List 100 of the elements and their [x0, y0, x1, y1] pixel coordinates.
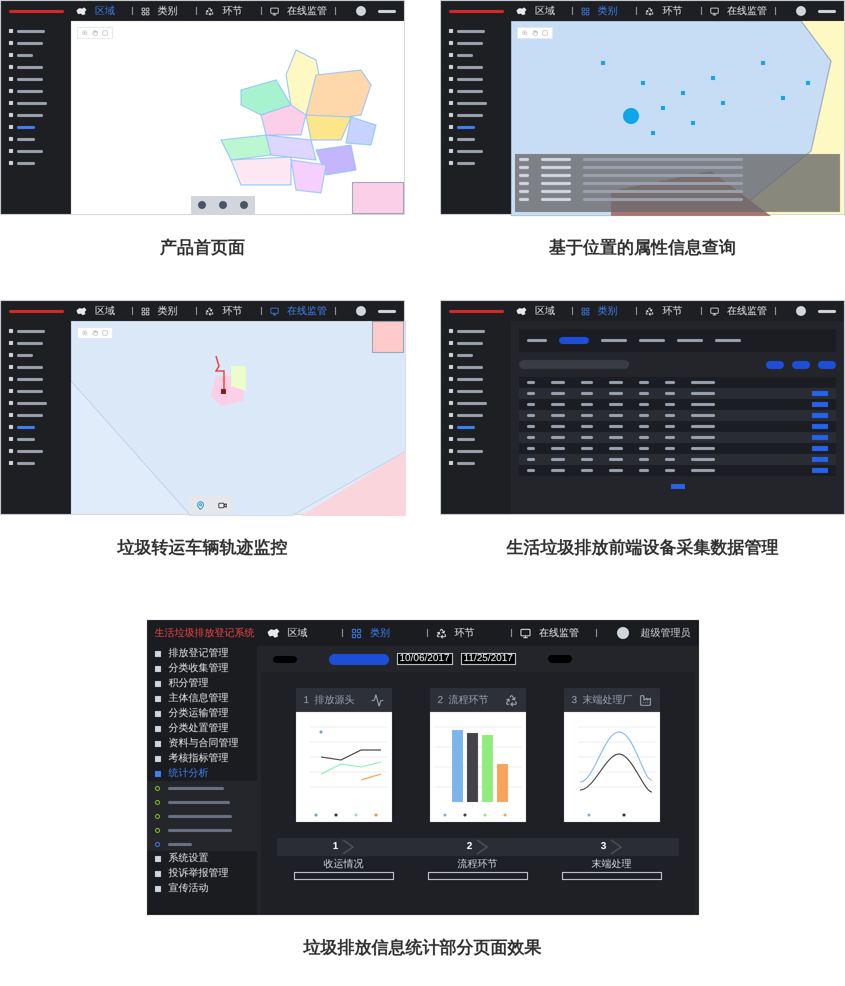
select-icon[interactable]	[102, 30, 108, 36]
action-button[interactable]	[766, 360, 784, 368]
blurred-label	[457, 102, 487, 104]
card-title: 3 末端处理厂	[572, 694, 633, 708]
map-icon	[76, 6, 87, 16]
wave-icon	[370, 694, 384, 706]
zoom-icon[interactable]	[522, 30, 528, 36]
bullet-icon	[154, 828, 160, 832]
sidebar-item[interactable]: 分类收集管理	[168, 664, 228, 674]
sidebar-item[interactable]: 排放登记管理	[168, 648, 228, 658]
nav-tab[interactable]: 在线监管	[287, 304, 328, 318]
monitor-icon	[710, 306, 720, 316]
pan-icon[interactable]	[92, 30, 98, 36]
blurred-label	[17, 438, 35, 440]
blurred-label	[691, 447, 715, 450]
zoom-icon[interactable]	[82, 30, 88, 36]
tool-icon[interactable]	[218, 201, 227, 209]
menu-icon	[154, 726, 160, 732]
bullet-icon	[154, 842, 160, 846]
avatar-icon[interactable]	[796, 6, 806, 16]
video-icon[interactable]	[218, 500, 226, 510]
blurred-label	[457, 162, 475, 164]
sidebar-item[interactable]: 主体信息管理	[168, 694, 228, 704]
blurred-label	[17, 150, 43, 152]
nav-tab[interactable]: 类别	[598, 4, 618, 18]
nav-tab[interactable]: 区域	[95, 304, 115, 318]
blurred-label	[609, 469, 623, 472]
blurred-label	[601, 339, 627, 342]
menu-icon	[9, 53, 13, 57]
sidebar-item[interactable]: 积分管理	[168, 678, 208, 688]
nav-tab[interactable]: 环节	[222, 304, 242, 318]
nav-tab[interactable]: 环节	[454, 626, 474, 640]
sidebar-item[interactable]: 系统设置	[168, 854, 208, 864]
blurred-label	[691, 392, 715, 395]
pan-icon[interactable]	[92, 330, 98, 336]
nav-tab[interactable]: 区域	[95, 4, 115, 18]
sidebar-item[interactable]: 资料与合同管理	[168, 738, 238, 748]
nav-tab[interactable]: 类别	[370, 626, 390, 640]
avatar-icon[interactable]	[796, 306, 806, 316]
sidebar-item[interactable]: 考核指标管理	[168, 754, 228, 764]
menu-icon	[9, 329, 13, 333]
select-icon[interactable]	[542, 30, 548, 36]
sidebar-item[interactable]: 分类运输管理	[168, 708, 228, 718]
nav-tab[interactable]: 环节	[662, 304, 682, 318]
blurred-label	[609, 403, 623, 406]
blurred-label	[17, 138, 35, 140]
menu-icon	[9, 29, 13, 33]
search-button[interactable]	[548, 655, 572, 663]
nav-tab[interactable]: 环节	[662, 4, 682, 18]
blurred-label	[581, 414, 593, 417]
nav-tab[interactable]: 在线监管	[727, 4, 768, 18]
blurred-label	[457, 390, 483, 392]
tool-icon[interactable]	[240, 201, 248, 209]
nav-tab[interactable]: 在线监管	[727, 304, 768, 318]
avatar-icon[interactable]	[356, 306, 366, 316]
nav-tab[interactable]: 类别	[158, 4, 178, 18]
nav-tab[interactable]: 区域	[535, 304, 555, 318]
nav-tab[interactable]: 区域	[535, 4, 555, 18]
sidebar-item[interactable]: 统计分析	[168, 768, 208, 778]
nav-tab[interactable]: 区域	[288, 626, 308, 640]
sidebar-item[interactable]: 分类处置管理	[168, 724, 228, 734]
nav-tab[interactable]: 类别	[158, 304, 178, 318]
menu-icon	[154, 770, 160, 776]
location-icon[interactable]	[196, 500, 204, 510]
user-name[interactable]: 超级管理员	[640, 626, 690, 640]
region-select[interactable]	[328, 654, 388, 664]
map-icon	[516, 306, 527, 316]
card-title: 2 流程环节	[438, 694, 489, 708]
tool-icon[interactable]	[198, 201, 206, 209]
blurred-label	[609, 436, 623, 439]
date-field[interactable]: 11/25/2017	[460, 653, 516, 665]
menu-icon	[9, 149, 13, 153]
zoom-icon[interactable]	[82, 330, 88, 336]
pan-icon[interactable]	[532, 30, 538, 36]
sidebar-item[interactable]: 投诉举报管理	[168, 868, 228, 878]
grid-icon	[140, 306, 150, 316]
menu-icon	[449, 449, 453, 453]
filter-button[interactable]	[272, 656, 296, 662]
search-field[interactable]	[519, 360, 629, 369]
nav-tab[interactable]: 环节	[222, 4, 242, 18]
menu-icon	[449, 53, 453, 57]
avatar-icon[interactable]	[616, 627, 628, 639]
date-field[interactable]: 10/06/2017	[396, 653, 453, 665]
menu-icon	[154, 680, 160, 686]
nav-tab[interactable]: 在线监管	[287, 4, 328, 18]
menu-icon	[449, 101, 453, 105]
nav-tab[interactable]: 类别	[598, 304, 618, 318]
pagination[interactable]	[670, 484, 684, 489]
avatar-icon[interactable]	[356, 6, 366, 16]
sub-tab[interactable]	[559, 337, 589, 344]
menu-icon	[449, 65, 453, 69]
select-icon[interactable]	[102, 330, 108, 336]
menu-icon	[154, 710, 160, 716]
blurred-label	[17, 402, 47, 404]
action-button[interactable]	[818, 360, 836, 368]
menu-icon	[449, 137, 453, 141]
recycle-icon	[645, 6, 654, 16]
nav-tab[interactable]: 在线监管	[539, 626, 579, 640]
sidebar-item[interactable]: 宣传活动	[168, 884, 208, 894]
action-button[interactable]	[792, 360, 810, 368]
